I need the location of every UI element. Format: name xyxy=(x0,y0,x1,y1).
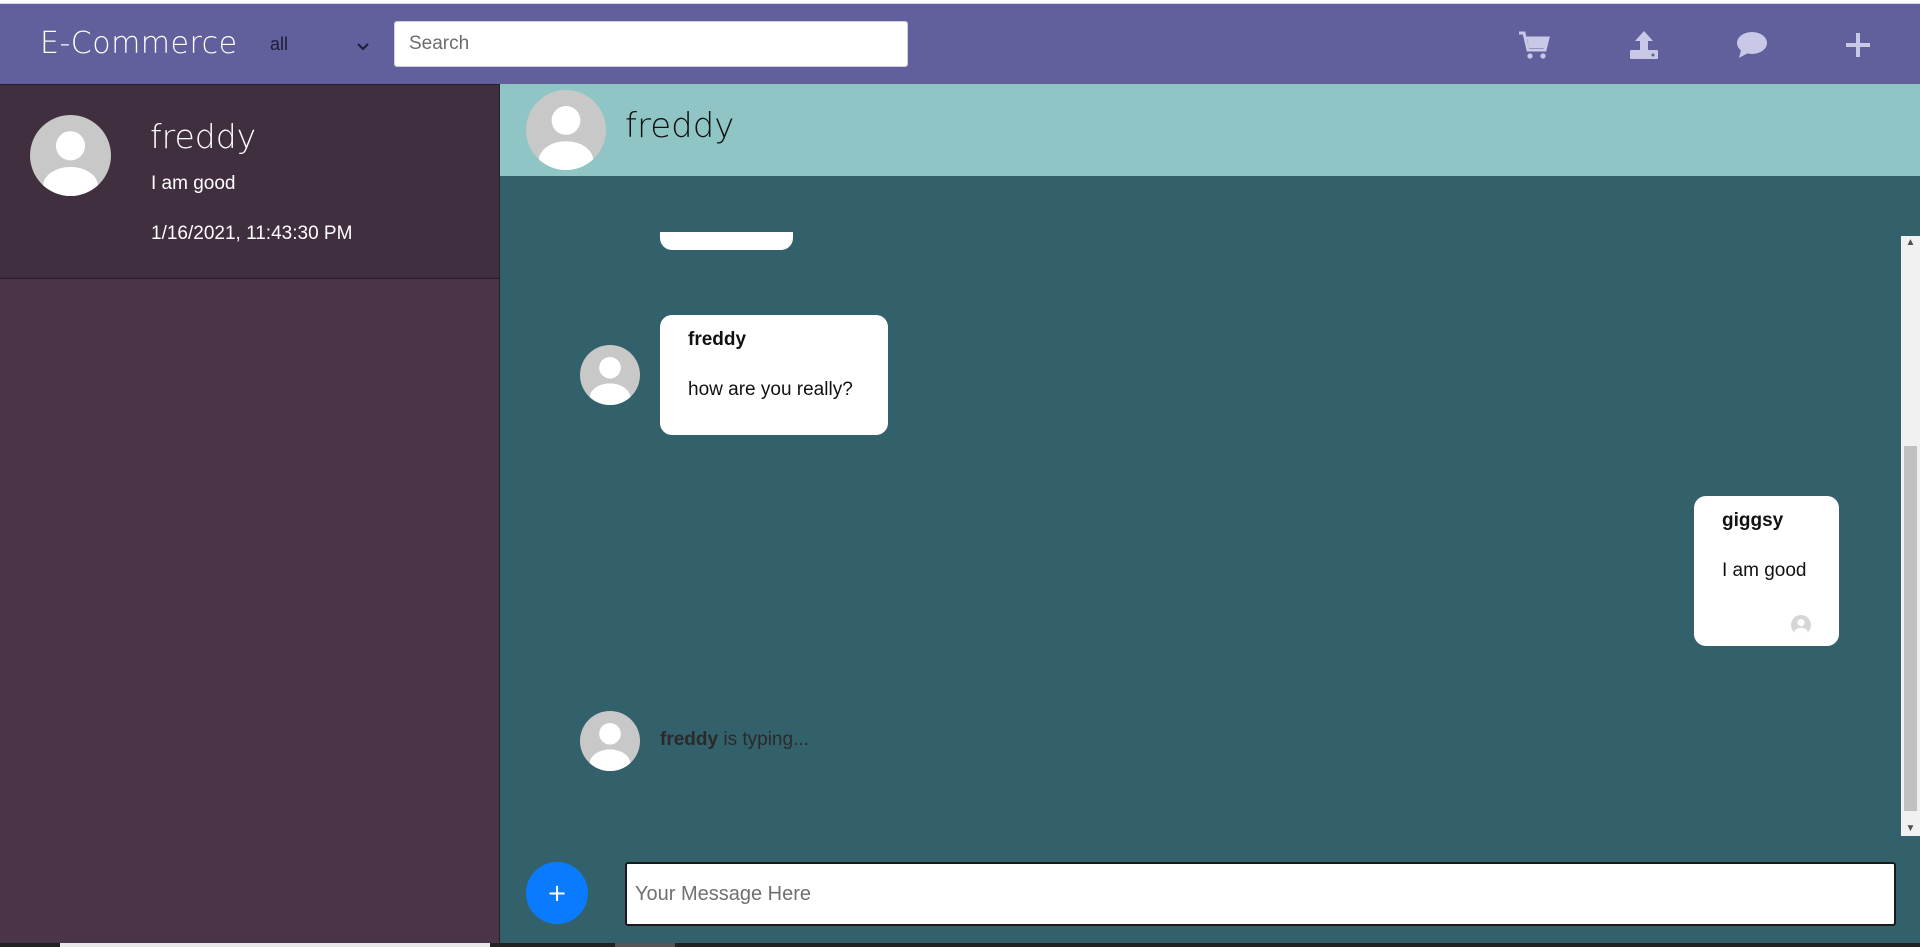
avatar xyxy=(526,90,606,170)
chat-area: freddy how are you really? giggsy I am g… xyxy=(500,176,1920,947)
contact-name: freddy xyxy=(150,117,257,156)
cart-icon[interactable] xyxy=(1517,28,1551,62)
chat-icon[interactable] xyxy=(1735,28,1769,62)
horizontal-scrollbar-segment xyxy=(615,943,675,947)
avatar xyxy=(580,711,640,771)
message-sender: freddy xyxy=(688,329,747,350)
scroll-down-arrow-icon[interactable]: ▼ xyxy=(1901,822,1920,836)
read-receipt-avatar-icon xyxy=(1791,615,1811,635)
contact-timestamp: 1/16/2021, 11:43:30 PM xyxy=(151,223,353,244)
brand-logo[interactable]: E-Commerce xyxy=(40,26,238,61)
message-input[interactable] xyxy=(625,862,1896,926)
category-select-value: all xyxy=(270,34,289,54)
typing-text: is typing... xyxy=(723,729,809,750)
typing-name: freddy xyxy=(660,729,719,750)
avatar xyxy=(30,115,111,196)
scroll-up-arrow-icon[interactable]: ▲ xyxy=(1901,236,1920,250)
search-input[interactable] xyxy=(394,21,908,67)
plus-icon[interactable] xyxy=(1841,28,1875,62)
contact-item[interactable]: freddy I am good 1/16/2021, 11:43:30 PM xyxy=(0,84,499,279)
chat-header: freddy xyxy=(500,84,1920,176)
message-bubble: giggsy I am good xyxy=(1694,496,1839,646)
add-attachment-button[interactable]: + xyxy=(526,862,588,924)
chat-scrollbar[interactable]: ▲ ▼ xyxy=(1901,236,1920,836)
category-select[interactable]: all xyxy=(270,34,370,60)
contact-last-message: I am good xyxy=(151,173,236,194)
top-navbar: E-Commerce all xyxy=(0,3,1920,85)
message-text: I am good xyxy=(1722,560,1807,581)
message-bubble: freddy how are you really? xyxy=(660,315,888,435)
chat-header-name: freddy xyxy=(625,106,735,146)
contacts-sidebar: freddy I am good 1/16/2021, 11:43:30 PM xyxy=(0,84,500,947)
horizontal-scrollbar-segment xyxy=(60,943,490,947)
window-bottom-edge xyxy=(0,943,1920,947)
upload-icon[interactable] xyxy=(1627,28,1661,62)
typing-indicator: freddy is typing... xyxy=(660,729,809,751)
message-bubble-partial xyxy=(660,232,793,250)
chevron-down-icon xyxy=(356,38,370,59)
message-sender: giggsy xyxy=(1722,510,1784,531)
avatar xyxy=(580,345,640,405)
message-text: how are you really? xyxy=(688,379,853,400)
scroll-thumb[interactable] xyxy=(1904,446,1917,811)
